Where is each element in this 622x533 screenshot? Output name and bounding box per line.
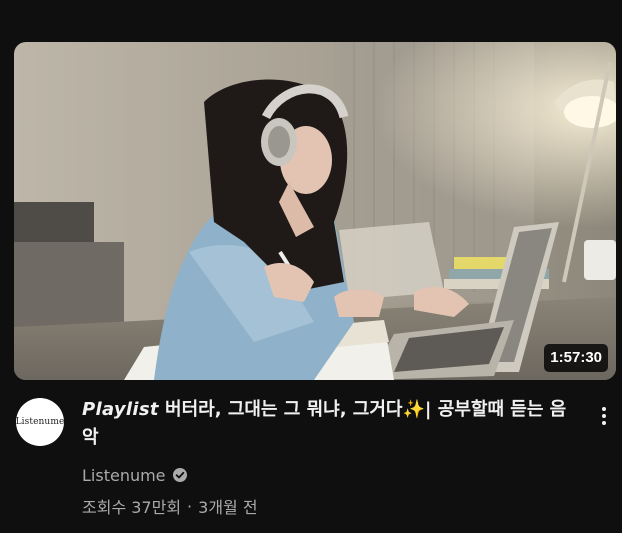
verified-check-icon — [172, 468, 187, 482]
thumbnail-image — [14, 42, 616, 380]
video-thumbnail[interactable]: 1:57:30 — [14, 42, 616, 380]
video-metadata: 조회수 37만회 · 3개월 전 — [82, 495, 258, 518]
more-options-button[interactable] — [594, 402, 614, 430]
video-title-prefix: Playlist — [82, 399, 159, 420]
more-vert-icon-dot — [602, 414, 606, 418]
video-title[interactable]: Playlist 버터라, 그대는 그 뭐냐, 그거다✨| 공부할때 듣는 음악 — [82, 396, 572, 452]
video-title-main: 버터라, 그대는 그 뭐냐, 그거다 — [165, 399, 403, 420]
more-vert-icon — [602, 407, 606, 411]
view-count: 조회수 37만회 — [82, 498, 182, 517]
channel-row: Listenume — [82, 464, 188, 486]
meta-separator: · — [187, 496, 193, 516]
sparkle-emoji: ✨ — [402, 399, 425, 420]
channel-avatar-logo-text: Listenume — [16, 417, 64, 427]
upload-age: 3개월 전 — [198, 498, 258, 517]
more-vert-icon-dot — [602, 421, 606, 425]
channel-avatar[interactable]: Listenume — [16, 398, 64, 446]
channel-name[interactable]: Listenume — [82, 466, 166, 485]
video-duration-badge: 1:57:30 — [544, 344, 608, 372]
